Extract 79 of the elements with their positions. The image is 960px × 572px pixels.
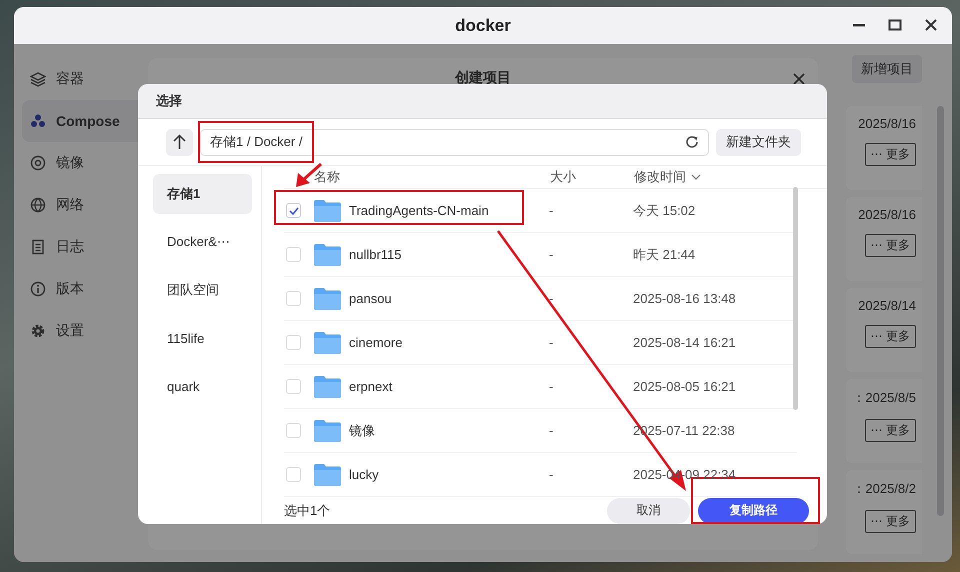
size-text: -	[549, 379, 554, 394]
file-name: pansou	[349, 291, 392, 306]
check-icon	[288, 206, 298, 214]
more-button[interactable]: ⋯ 更多	[864, 510, 916, 533]
date-text: 2025-08-14 16:21	[633, 335, 736, 350]
size-text: -	[549, 291, 554, 306]
project-card[interactable]: ：2025/8/5 ⋯ 更多	[846, 379, 922, 463]
column-header[interactable]: 大小	[550, 168, 634, 186]
date-text: 2025-08-05 16:21	[633, 379, 736, 394]
maximize-icon[interactable]	[888, 18, 902, 32]
size-text: -	[549, 423, 554, 438]
checkbox[interactable]	[286, 335, 301, 350]
date-text: 2025-08-16 13:48	[633, 291, 736, 306]
checkbox[interactable]	[286, 379, 301, 394]
file-name: erpnext	[349, 379, 392, 394]
info-icon	[30, 281, 46, 297]
size-text: -	[549, 467, 554, 482]
project-card[interactable]: 2025/8/16 ⋯ 更多	[846, 197, 922, 281]
refresh-icon[interactable]	[685, 135, 699, 149]
folder-icon	[313, 286, 342, 310]
folder-icon	[313, 374, 342, 398]
cancel-button[interactable]: 取消	[607, 498, 690, 524]
folder-icon	[313, 418, 342, 442]
window-title: docker	[455, 16, 511, 36]
checkbox[interactable]	[286, 247, 301, 262]
date-text: 今天 15:02	[633, 202, 696, 220]
file-name: nullbr115	[349, 247, 402, 262]
date-text: 昨天 21:44	[633, 246, 696, 264]
more-button[interactable]: ⋯ 更多	[864, 419, 916, 442]
location-item[interactable]: Docker&⋯	[153, 222, 252, 262]
path-text: 存储1 / Docker /	[210, 133, 302, 151]
file-name: cinemore	[349, 335, 402, 350]
location-item[interactable]: 团队空间	[153, 270, 252, 310]
copy-path-button[interactable]: 复制路径	[698, 498, 809, 524]
dialog-title: 选择	[138, 84, 827, 119]
checkbox[interactable]	[286, 467, 301, 482]
column-header[interactable]: 名称	[314, 168, 550, 186]
globe-icon	[30, 197, 46, 213]
file-name: 镜像	[349, 422, 375, 440]
selection-count: 选中1个	[284, 502, 332, 520]
checkbox[interactable]	[286, 203, 301, 218]
disc-icon	[30, 155, 46, 171]
size-text: -	[549, 203, 554, 218]
checkbox[interactable]	[286, 423, 301, 438]
date-text: 2025/8/16	[858, 207, 916, 222]
date-text: ：2025/8/2	[852, 480, 916, 498]
date-text: 2025/8/16	[858, 116, 916, 131]
layers-icon	[30, 71, 46, 87]
scrollbar[interactable]	[793, 187, 798, 410]
file-name: TradingAgents-CN-main	[349, 203, 489, 218]
column-header[interactable]: 修改时间	[634, 168, 701, 186]
cubes-icon	[30, 113, 46, 129]
date-text: ：2025/8/5	[852, 389, 916, 407]
scrollbar[interactable]	[937, 106, 944, 516]
new-folder-button[interactable]: 新建文件夹	[716, 128, 801, 156]
folder-icon	[313, 330, 342, 354]
folder-icon	[313, 242, 342, 266]
folder-icon	[313, 198, 342, 222]
settings-icon	[30, 323, 46, 339]
checkbox[interactable]	[286, 291, 301, 306]
dialog-title: 创建项目	[455, 69, 511, 87]
close-icon[interactable]	[793, 73, 805, 85]
date-text: 2025/8/14	[858, 298, 916, 313]
more-button[interactable]: ⋯ 更多	[864, 234, 916, 257]
document-icon	[30, 239, 46, 255]
size-text: -	[549, 335, 554, 350]
project-card[interactable]: 2025/8/14 ⋯ 更多	[846, 288, 922, 372]
new-project-button[interactable]: 新增项目	[852, 55, 922, 83]
more-button[interactable]: ⋯ 更多	[864, 143, 916, 166]
location-item[interactable]: 存储1	[153, 174, 252, 214]
project-card[interactable]: ：2025/8/2 ⋯ 更多	[846, 470, 922, 554]
size-text: -	[549, 247, 554, 262]
file-name: lucky	[349, 467, 379, 482]
location-item[interactable]: 115life	[153, 318, 252, 358]
close-icon[interactable]	[924, 18, 938, 32]
more-button[interactable]: ⋯ 更多	[864, 325, 916, 348]
location-item[interactable]: quark	[153, 366, 252, 406]
project-card[interactable]: 2025/8/16 ⋯ 更多	[846, 106, 922, 190]
folder-icon	[313, 462, 342, 486]
